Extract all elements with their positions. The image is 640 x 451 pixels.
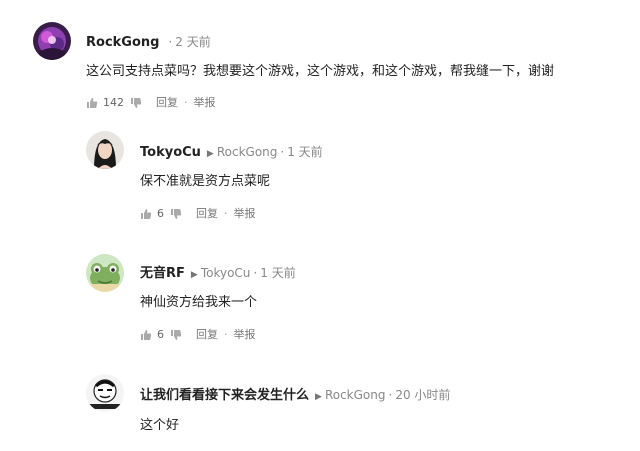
comment-actions: 6 回复 · 举报 xyxy=(140,327,256,343)
thumbs-up-icon[interactable] xyxy=(140,329,152,341)
comment-header: 让我们看看接下来会发生什么 ▶ RockGong · 20 小时前 xyxy=(140,387,450,405)
reply-arrow-icon: ▶ xyxy=(315,392,322,402)
avatar[interactable] xyxy=(86,131,124,169)
comment-actions: 6 回复 · 举报 xyxy=(140,206,256,222)
separator-dot: · xyxy=(253,266,258,280)
reply-button[interactable]: 回复 xyxy=(196,206,218,222)
timestamp[interactable]: 1 天前 xyxy=(287,145,322,159)
comment-text: 这个好 xyxy=(140,418,180,433)
like-count: 142 xyxy=(103,96,124,109)
comment-header: RockGong · 2 天前 xyxy=(86,34,211,51)
reply-to-name[interactable]: TokyoCu xyxy=(201,266,251,280)
purple-character-avatar-icon xyxy=(33,22,71,60)
reply-comment: TokyoCu ▶ RockGong · 1 天前 保不准就是资方点菜呢 6 回复 · … xyxy=(0,120,640,240)
avatar[interactable] xyxy=(86,254,124,292)
thumbs-down-icon[interactable] xyxy=(130,97,142,109)
comment-text: 这公司支持点菜吗？我想要这个游戏，这个游戏，和这个游戏，帮我缝一下，谢谢 xyxy=(86,64,555,79)
thumbs-down-icon[interactable] xyxy=(170,329,182,341)
timestamp[interactable]: 1 天前 xyxy=(260,266,295,280)
author-name[interactable]: RockGong xyxy=(86,35,159,50)
separator-dot: · xyxy=(388,388,393,402)
author-name[interactable]: 让我们看看接下来会发生什么 xyxy=(140,388,309,403)
separator-dot: · xyxy=(224,328,228,341)
comment-thread: RockGong · 2 天前 这公司支持点菜吗？我想要这个游戏，这个游戏，和这个游… xyxy=(0,0,640,451)
reply-to-name[interactable]: RockGong xyxy=(325,388,386,402)
separator-dot: · xyxy=(168,35,173,49)
comment-text: 保不准就是资方点菜呢 xyxy=(140,174,271,189)
woman-portrait-avatar-icon xyxy=(86,131,124,169)
reply-arrow-icon: ▶ xyxy=(190,270,198,280)
reply-comment: 无音RF ▶ TokyoCu · 1 天前 神仙资方给我来一个 6 回复 · 举报 xyxy=(0,240,640,360)
separator-dot: · xyxy=(184,96,188,109)
comment-actions: 142 回复 · 举报 xyxy=(86,95,216,111)
timestamp[interactable]: 2 天前 xyxy=(175,35,210,49)
reply-to-name[interactable]: RockGong xyxy=(217,145,278,159)
timestamp[interactable]: 20 小时前 xyxy=(395,388,450,402)
avatar[interactable] xyxy=(86,374,124,412)
separator-dot: · xyxy=(280,145,285,159)
report-button[interactable]: 举报 xyxy=(194,95,216,111)
like-count: 6 xyxy=(157,207,164,220)
report-button[interactable]: 举报 xyxy=(234,327,256,343)
reply-arrow-icon: ▶ xyxy=(206,149,214,159)
author-name[interactable]: 无音RF xyxy=(140,266,185,281)
reply-comment: 让我们看看接下来会发生什么 ▶ RockGong · 20 小时前 这个好 xyxy=(0,360,640,451)
author-name[interactable]: TokyoCu xyxy=(140,145,201,160)
report-button[interactable]: 举报 xyxy=(234,206,256,222)
frog-avatar-icon xyxy=(86,254,124,292)
separator-dot: · xyxy=(224,207,228,220)
meme-face-avatar-icon xyxy=(86,374,124,412)
reply-button[interactable]: 回复 xyxy=(156,95,178,111)
thumbs-up-icon[interactable] xyxy=(140,208,152,220)
reply-button[interactable]: 回复 xyxy=(196,327,218,343)
avatar[interactable] xyxy=(33,22,71,60)
comment-header: 无音RF ▶ TokyoCu · 1 天前 xyxy=(140,265,296,283)
thumbs-down-icon[interactable] xyxy=(170,208,182,220)
comment-header: TokyoCu ▶ RockGong · 1 天前 xyxy=(140,144,323,162)
like-count: 6 xyxy=(157,328,164,341)
comment-text: 神仙资方给我来一个 xyxy=(140,295,258,310)
thumbs-up-icon[interactable] xyxy=(86,97,98,109)
comment: RockGong · 2 天前 这公司支持点菜吗？我想要这个游戏，这个游戏，和这个游… xyxy=(0,0,640,120)
